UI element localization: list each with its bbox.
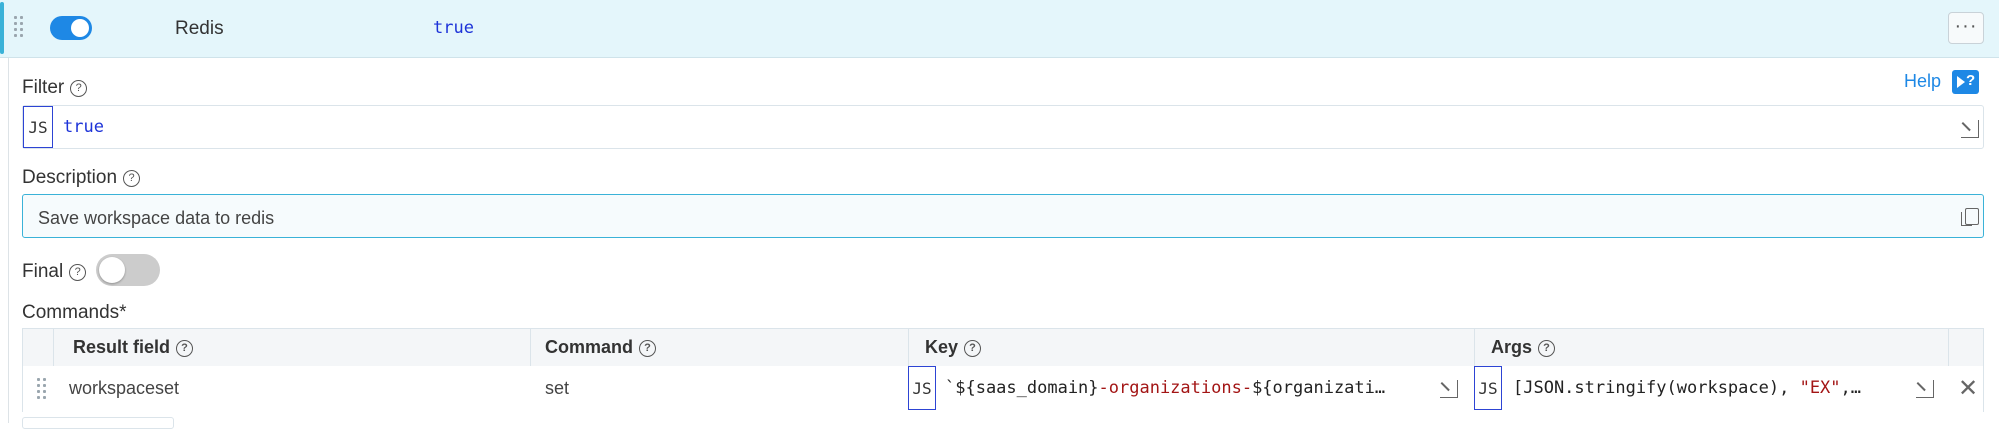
commands-label: Commands* [22, 302, 127, 323]
rule-filter-summary: true [433, 18, 474, 38]
filter-label: Filter? [22, 77, 88, 99]
description-label: Description? [22, 167, 141, 189]
expand-editor-icon[interactable] [1916, 380, 1934, 398]
js-badge: JS [23, 106, 53, 148]
more-actions-button[interactable]: ··· [1948, 12, 1984, 44]
column-header-key: Key? [925, 337, 982, 358]
key-value[interactable]: `${saas_domain}-organizations-${organiza… [945, 378, 1433, 398]
js-badge: JS [908, 366, 936, 410]
selected-accent-bar [0, 2, 4, 54]
question-circle-icon[interactable]: ? [123, 170, 141, 187]
drag-handle-icon[interactable] [14, 16, 24, 42]
filter-value[interactable]: true [63, 117, 104, 137]
table-row[interactable]: workspaceset set JS `${saas_domain}-orga… [23, 366, 1983, 412]
description-input[interactable] [22, 194, 1984, 238]
column-header-command: Command? [545, 337, 657, 358]
rule-header[interactable]: Redis true ··· [0, 0, 1999, 58]
result-field-value[interactable]: workspaceset [69, 378, 179, 399]
rule-name: Redis [175, 18, 224, 39]
expand-editor-icon[interactable] [1440, 380, 1458, 398]
final-toggle[interactable] [96, 254, 160, 286]
description-value[interactable]: Save workspace data to redis [38, 208, 274, 229]
filter-input[interactable]: JS true [22, 105, 1984, 149]
final-label: Final? [22, 261, 87, 283]
commands-table: Result field? Command? Key? Args? worksp… [22, 328, 1984, 412]
question-circle-icon[interactable]: ? [1538, 340, 1556, 357]
help-link[interactable]: Help [1904, 71, 1941, 92]
question-circle-icon[interactable]: ? [964, 340, 982, 357]
question-circle-icon[interactable]: ? [70, 80, 88, 97]
column-header-args: Args? [1491, 337, 1556, 358]
drag-handle-icon[interactable] [37, 378, 47, 400]
question-circle-icon[interactable]: ? [176, 340, 194, 357]
add-command-button[interactable] [22, 417, 174, 429]
expand-editor-icon[interactable] [1961, 120, 1979, 138]
question-circle-icon[interactable]: ? [69, 264, 87, 281]
close-icon[interactable]: ✕ [1958, 374, 1978, 403]
help-play-icon[interactable] [1952, 70, 1979, 94]
commands-table-header: Result field? Command? Key? Args? [23, 329, 1983, 367]
js-badge: JS [1474, 366, 1502, 410]
column-header-result-field: Result field? [73, 337, 194, 358]
args-value[interactable]: [JSON.stringify(workspace), "EX",… [1513, 378, 1913, 398]
copy-icon[interactable] [1961, 208, 1979, 226]
rule-enabled-toggle[interactable] [50, 16, 92, 40]
command-value[interactable]: set [545, 378, 569, 399]
question-circle-icon[interactable]: ? [639, 340, 657, 357]
